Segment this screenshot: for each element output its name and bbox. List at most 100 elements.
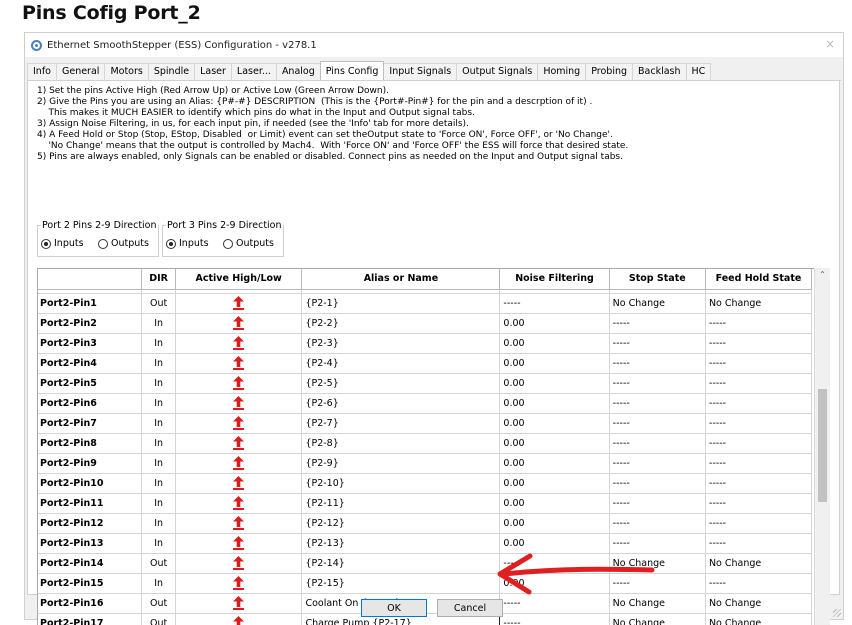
active-cell[interactable] <box>175 413 303 434</box>
dir-cell[interactable]: Out <box>141 553 176 574</box>
col-header-pin[interactable] <box>38 269 143 290</box>
tab-homing[interactable]: Homing <box>537 63 587 80</box>
noise-filter-cell[interactable]: 0.00 <box>499 373 610 394</box>
active-high-arrow-up-icon[interactable] <box>233 496 245 510</box>
stop-state-cell[interactable]: ----- <box>609 353 706 374</box>
active-high-arrow-up-icon[interactable] <box>233 576 245 590</box>
dir-cell[interactable]: In <box>141 513 176 534</box>
noise-filter-cell[interactable]: 0.00 <box>499 573 610 594</box>
active-high-arrow-up-icon[interactable] <box>233 536 245 550</box>
col-header-noise[interactable]: Noise Filtering <box>499 269 610 290</box>
active-high-arrow-up-icon[interactable] <box>233 336 245 350</box>
dir-cell[interactable]: In <box>141 353 176 374</box>
ok-button[interactable]: OK <box>361 599 427 617</box>
dir-cell[interactable]: In <box>141 393 176 414</box>
active-high-arrow-up-icon[interactable] <box>233 516 245 530</box>
dir-cell[interactable]: In <box>141 333 176 354</box>
tab-laser[interactable]: Laser... <box>230 63 277 80</box>
scroll-down-icon[interactable]: ⌄ <box>815 620 830 625</box>
stop-state-cell[interactable]: No Change <box>609 293 706 314</box>
alias-cell[interactable]: {P2-3} <box>301 333 501 354</box>
close-button[interactable]: × <box>825 37 835 51</box>
feed-hold-state-cell[interactable]: ----- <box>705 373 813 394</box>
dir-cell[interactable]: Out <box>141 613 176 625</box>
dir-cell[interactable]: In <box>141 493 176 514</box>
tab-motors[interactable]: Motors <box>104 63 149 80</box>
stop-state-cell[interactable]: ----- <box>609 373 706 394</box>
tab-analog[interactable]: Analog <box>275 63 321 80</box>
active-high-arrow-up-icon[interactable] <box>233 356 245 370</box>
dir-cell[interactable]: Out <box>141 593 176 614</box>
alias-cell[interactable]: {P2-11} <box>301 493 501 514</box>
active-high-arrow-up-icon[interactable] <box>233 456 245 470</box>
noise-filter-cell[interactable]: 0.00 <box>499 473 610 494</box>
feed-hold-state-cell[interactable]: No Change <box>705 553 813 574</box>
noise-filter-cell[interactable]: 0.00 <box>499 453 610 474</box>
active-cell[interactable] <box>175 393 303 414</box>
active-cell[interactable] <box>175 533 303 554</box>
alias-cell[interactable]: {P2-1} <box>301 293 501 314</box>
alias-cell[interactable]: {P2-14} <box>301 553 501 574</box>
feed-hold-state-cell[interactable]: ----- <box>705 333 813 354</box>
stop-state-cell[interactable]: No Change <box>609 553 706 574</box>
active-cell[interactable] <box>175 553 303 574</box>
resize-grip-icon[interactable] <box>833 609 841 617</box>
stop-state-cell[interactable]: ----- <box>609 333 706 354</box>
feed-hold-state-cell[interactable]: ----- <box>705 433 813 454</box>
stop-state-cell[interactable]: ----- <box>609 513 706 534</box>
feed-hold-state-cell[interactable]: ----- <box>705 493 813 514</box>
tab-laser[interactable]: Laser <box>194 63 232 80</box>
alias-cell[interactable]: {P2-8} <box>301 433 501 454</box>
active-cell[interactable] <box>175 573 303 594</box>
tab-input-signals[interactable]: Input Signals <box>383 63 458 80</box>
active-high-arrow-up-icon[interactable] <box>233 416 245 430</box>
feed-hold-state-cell[interactable]: ----- <box>705 353 813 374</box>
dir-cell[interactable]: In <box>141 533 176 554</box>
noise-filter-cell[interactable]: 0.00 <box>499 393 610 414</box>
active-cell[interactable] <box>175 333 303 354</box>
tab-pins-config[interactable]: Pins Config <box>319 61 385 80</box>
scroll-thumb[interactable] <box>818 389 827 502</box>
col-header-dir[interactable]: DIR <box>141 269 176 290</box>
active-high-arrow-up-icon[interactable] <box>233 296 245 310</box>
dir-cell[interactable]: In <box>141 573 176 594</box>
noise-filter-cell[interactable]: 0.00 <box>499 493 610 514</box>
dir-cell[interactable]: Out <box>141 293 176 314</box>
stop-state-cell[interactable]: ----- <box>609 533 706 554</box>
alias-cell[interactable]: {P2-15} <box>301 573 501 594</box>
dir-cell[interactable]: In <box>141 453 176 474</box>
active-high-arrow-up-icon[interactable] <box>233 396 245 410</box>
feed-hold-state-cell[interactable]: ----- <box>705 313 813 334</box>
active-cell[interactable] <box>175 353 303 374</box>
noise-filter-cell[interactable]: ----- <box>499 553 610 574</box>
vertical-scrollbar[interactable]: ⌃ ⌄ <box>814 268 830 625</box>
active-high-arrow-up-icon[interactable] <box>233 376 245 390</box>
noise-filter-cell[interactable]: 0.00 <box>499 353 610 374</box>
stop-state-cell[interactable]: ----- <box>609 433 706 454</box>
stop-state-cell[interactable]: ----- <box>609 573 706 594</box>
tab-spindle[interactable]: Spindle <box>147 63 196 80</box>
dir-cell[interactable]: In <box>141 373 176 394</box>
port2-inputs-radio[interactable]: Inputs <box>41 238 84 249</box>
tab-probing[interactable]: Probing <box>585 63 634 80</box>
noise-filter-cell[interactable]: ----- <box>499 593 610 614</box>
tab-general[interactable]: General <box>55 63 106 80</box>
alias-cell[interactable]: {P2-5} <box>301 373 501 394</box>
noise-filter-cell[interactable]: 0.00 <box>499 513 610 534</box>
noise-filter-cell[interactable]: 0.00 <box>499 533 610 554</box>
active-cell[interactable] <box>175 593 303 614</box>
stop-state-cell[interactable]: No Change <box>609 613 706 625</box>
active-cell[interactable] <box>175 433 303 454</box>
stop-state-cell[interactable]: ----- <box>609 413 706 434</box>
active-cell[interactable] <box>175 613 303 625</box>
noise-filter-cell[interactable]: 0.00 <box>499 433 610 454</box>
feed-hold-state-cell[interactable]: No Change <box>705 593 813 614</box>
dir-cell[interactable]: In <box>141 433 176 454</box>
noise-filter-cell[interactable]: 0.00 <box>499 413 610 434</box>
active-cell[interactable] <box>175 373 303 394</box>
col-header-active[interactable]: Active High/Low <box>175 269 303 290</box>
col-header-feed[interactable]: Feed Hold State <box>705 269 813 290</box>
feed-hold-state-cell[interactable]: ----- <box>705 453 813 474</box>
feed-hold-state-cell[interactable]: ----- <box>705 393 813 414</box>
feed-hold-state-cell[interactable]: ----- <box>705 413 813 434</box>
